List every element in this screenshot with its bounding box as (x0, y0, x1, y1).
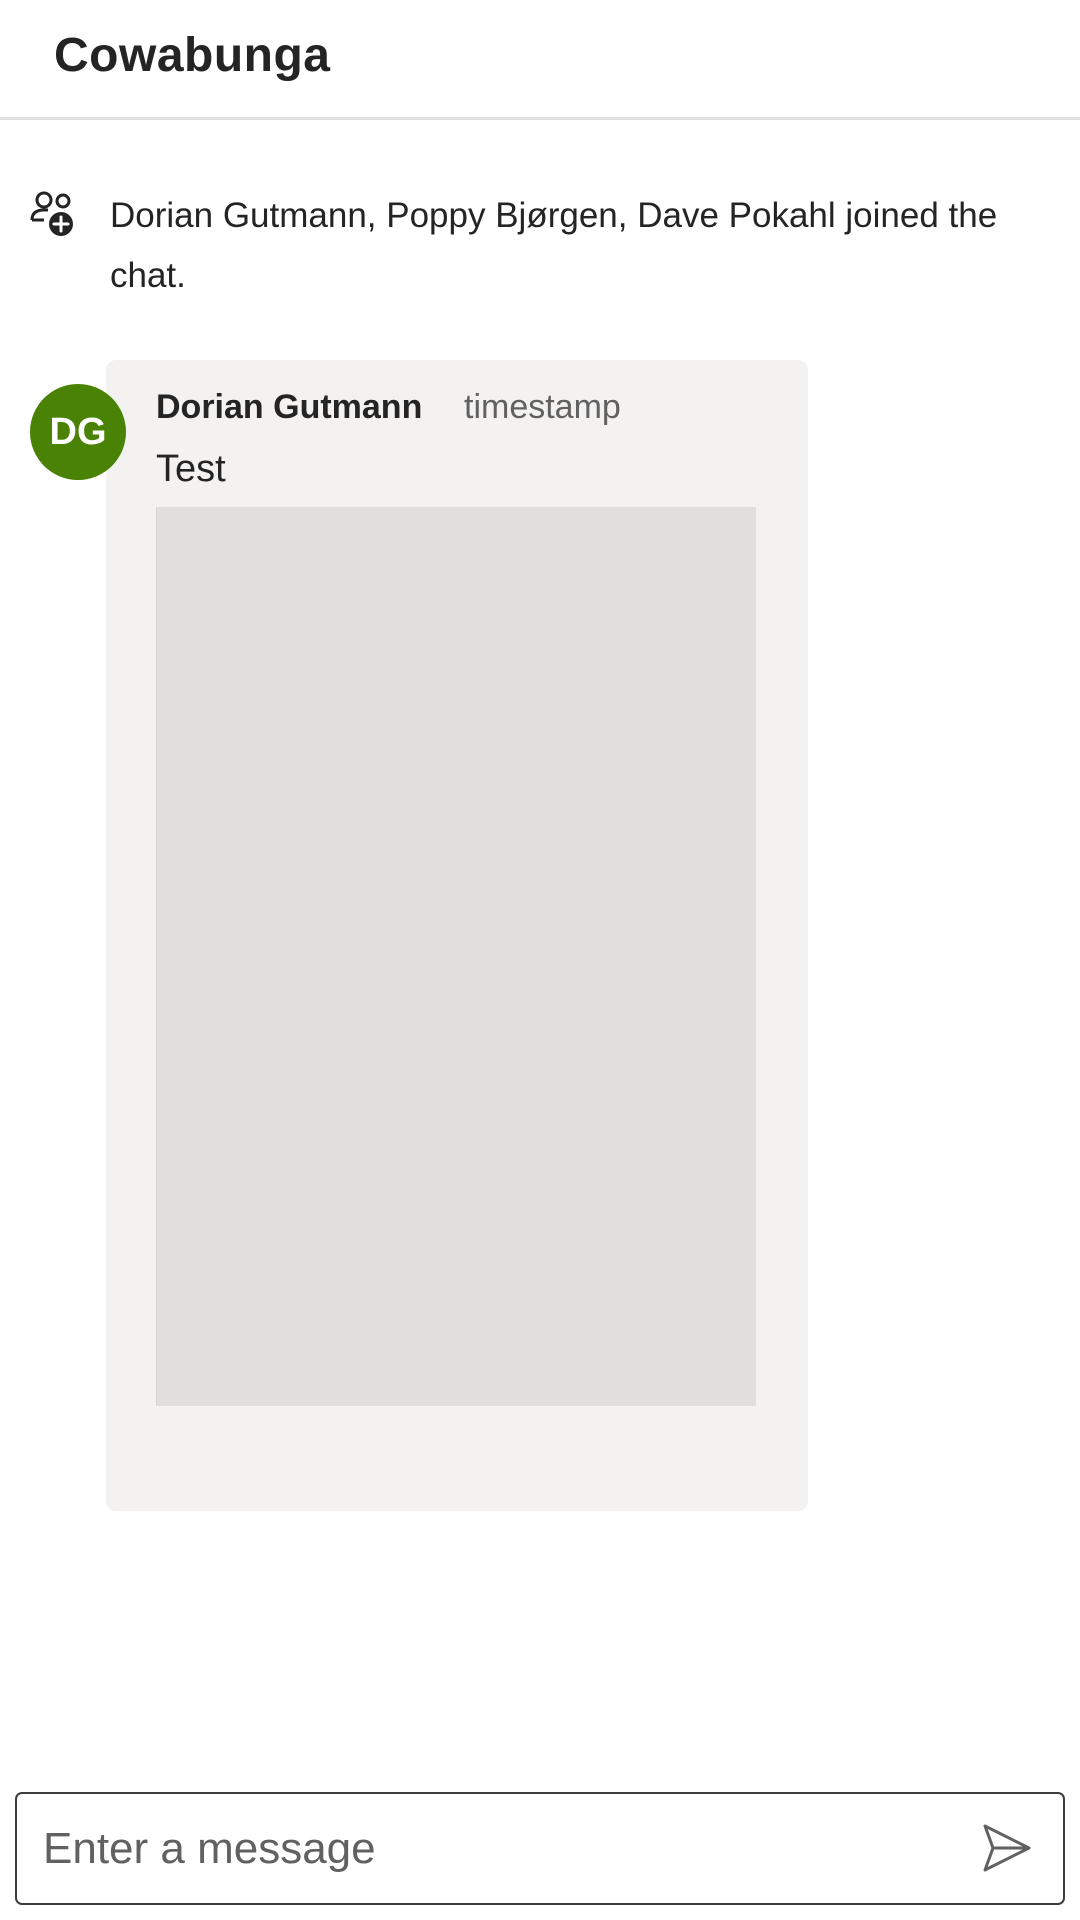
message-text: Test (156, 448, 226, 490)
send-button[interactable] (979, 1820, 1035, 1876)
message-input[interactable] (43, 1794, 963, 1903)
send-icon (979, 1824, 1035, 1879)
message-timestamp: timestamp (464, 388, 621, 426)
message-image-attachment[interactable] (156, 507, 756, 1406)
avatar: DG (30, 384, 126, 480)
person-add-icon (30, 190, 80, 240)
message-composer (15, 1792, 1065, 1905)
message-sender: Dorian Gutmann (156, 388, 423, 426)
message-bubble: Dorian Gutmann timestamp Test (106, 360, 808, 1511)
system-message-text: Dorian Gutmann, Poppy Bjørgen, Dave Poka… (110, 196, 998, 295)
chat-title: Cowabunga (54, 29, 331, 82)
chat-header: Cowabunga (0, 0, 1080, 120)
